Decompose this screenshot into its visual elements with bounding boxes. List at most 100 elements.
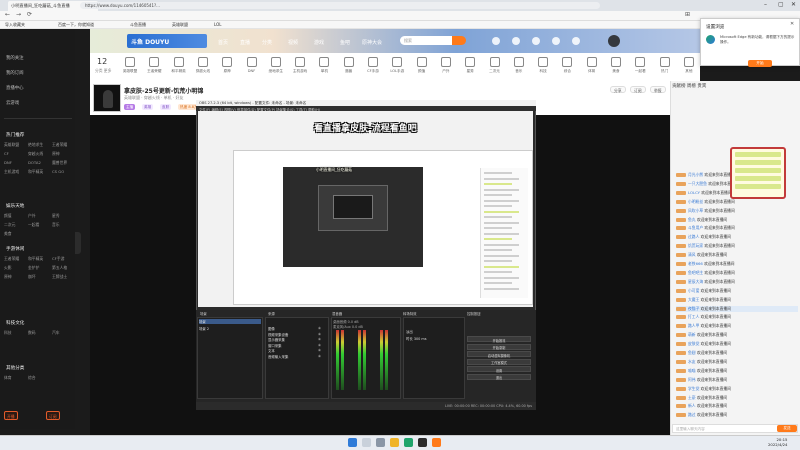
sidebar-category-link[interactable]: 户外 xyxy=(28,213,36,219)
favorite-item[interactable]: LOL xyxy=(214,22,221,27)
sidebar-category-link[interactable]: 音乐 xyxy=(52,222,60,228)
sidebar-category-link[interactable]: CS GO xyxy=(52,169,64,174)
eye-icon[interactable]: ◉ xyxy=(318,343,321,347)
search-button[interactable] xyxy=(452,36,466,45)
share-button[interactable]: 分享 xyxy=(610,86,626,93)
category-item[interactable]: 科技 xyxy=(530,57,556,74)
sidebar-category-link[interactable]: 美食 xyxy=(4,231,12,237)
eye-icon[interactable]: ◉ xyxy=(318,326,321,330)
back-icon[interactable]: ← xyxy=(5,11,10,18)
chat-username[interactable]: 皮肤党 xyxy=(688,341,699,346)
sidebar-category-link[interactable]: 原神 xyxy=(52,151,60,157)
source-item[interactable]: 显示器采集 xyxy=(268,337,285,342)
category-item[interactable]: 一起看 xyxy=(627,57,653,74)
favorite-item[interactable]: 导入收藏夹 xyxy=(5,22,25,28)
sidebar-category-link[interactable]: DNF xyxy=(4,160,12,165)
obs-control-button[interactable]: 设置 xyxy=(467,366,531,373)
task-icon[interactable] xyxy=(572,37,580,45)
extensions-icon[interactable]: ⊞ xyxy=(685,11,690,18)
chat-username[interactable]: 小可爱 xyxy=(688,288,699,293)
sidebar-category-link[interactable]: 王牌战士 xyxy=(52,274,67,280)
chat-username[interactable]: 路人甲 xyxy=(688,323,699,328)
category-item[interactable]: 穿越火线 xyxy=(190,57,216,74)
sidebar-category-link[interactable]: CF xyxy=(4,151,9,156)
url-input[interactable]: https://www.douyu.com/11460541?... xyxy=(80,1,600,9)
favorite-item[interactable]: 斗鱼直播 xyxy=(130,22,146,28)
favorite-item[interactable]: 百度一下，你就知道 xyxy=(58,22,94,28)
task-view-icon[interactable] xyxy=(376,438,385,447)
sidebar-category-link[interactable]: 火影 xyxy=(4,265,12,271)
close-icon[interactable]: ✕ xyxy=(791,1,796,8)
eye-icon[interactable]: ◉ xyxy=(318,337,321,341)
maximize-icon[interactable]: ▢ xyxy=(778,1,784,8)
category-item[interactable]: 魔兽 xyxy=(336,57,362,74)
chat-username[interactable]: 斗鱼用户 xyxy=(688,225,703,230)
chat-username[interactable]: 喵喵 xyxy=(688,368,696,373)
chat-username[interactable]: 老铁666 xyxy=(688,261,703,266)
start-live-button[interactable]: 开播 xyxy=(4,411,18,420)
sidebar-category-link[interactable]: 王者荣耀 xyxy=(4,256,19,262)
category-item[interactable]: 其他 xyxy=(676,57,702,74)
nav-event[interactable]: 原神大会 xyxy=(362,39,382,46)
chat-username[interactable]: 大魔王 xyxy=(688,297,699,302)
obs-control-button[interactable]: 开始录制 xyxy=(467,343,531,350)
category-item[interactable]: 音乐 xyxy=(506,57,532,74)
sidebar-category-link[interactable]: 原神 xyxy=(4,274,12,280)
chat-username[interactable]: 小明粉丝 xyxy=(688,199,703,204)
sidebar-category-link[interactable]: CF手游 xyxy=(52,256,64,262)
favorite-item[interactable]: 英雄联盟 xyxy=(172,22,188,28)
sidebar-category-link[interactable]: 崩坏 xyxy=(28,274,36,280)
chat-username[interactable]: 学生党 xyxy=(688,386,699,391)
history-icon[interactable] xyxy=(492,37,500,45)
chat-username[interactable]: 风吹小草 xyxy=(688,208,703,213)
file-explorer-icon[interactable] xyxy=(390,438,399,447)
search-icon[interactable] xyxy=(362,438,371,447)
sidebar-category-link[interactable]: 颜值 xyxy=(4,213,12,219)
site-logo[interactable]: 斗鱼 DOUYU xyxy=(127,34,207,48)
nav-fishbar[interactable]: 鱼吧 xyxy=(340,39,350,46)
chat-username[interactable]: 月光小熊 xyxy=(688,172,703,177)
chat-username[interactable]: 夜猫子 xyxy=(688,306,699,311)
chat-username[interactable]: 打工人 xyxy=(688,314,699,319)
eye-icon[interactable]: ◉ xyxy=(318,332,321,336)
nav-home[interactable]: 首页 xyxy=(218,39,228,46)
obs-icon[interactable] xyxy=(418,438,427,447)
sidebar-item-cloud-game[interactable]: 云游戏 xyxy=(6,100,19,106)
notification-close-icon[interactable]: ✕ xyxy=(790,21,794,27)
room-tag[interactable]: 英雄 xyxy=(142,104,154,110)
nav-games[interactable]: 游戏 xyxy=(314,39,324,46)
sidebar-item-subscribe[interactable]: 我的订阅 xyxy=(6,70,24,76)
category-item[interactable]: CF手游 xyxy=(360,57,386,74)
minimize-icon[interactable]: – xyxy=(764,1,767,8)
sidebar-category-link[interactable]: 体育 xyxy=(4,375,12,381)
sidebar-category-link[interactable]: 一起看 xyxy=(28,222,39,228)
chat-username[interactable]: 土豪 xyxy=(688,395,696,400)
room-tag[interactable]: 皮肤 xyxy=(160,104,172,110)
streamer-avatar[interactable] xyxy=(93,84,121,112)
chat-username[interactable]: 新人 xyxy=(688,403,696,408)
sidebar-category-link[interactable]: 英雄联盟 xyxy=(4,142,19,148)
obs-control-button[interactable]: 工作室模式 xyxy=(467,358,531,365)
sidebar-category-link[interactable]: 和平精英 xyxy=(28,256,43,262)
eye-icon[interactable]: ◉ xyxy=(318,354,321,358)
scene-item[interactable]: 场景 2 xyxy=(199,326,209,331)
sidebar-category-link[interactable]: 汽车 xyxy=(52,330,60,336)
subscribe-room-button[interactable]: 订阅 xyxy=(630,86,646,93)
forward-icon[interactable]: → xyxy=(16,11,21,18)
category-item[interactable]: LOL手游 xyxy=(384,57,410,74)
download-icon[interactable] xyxy=(552,37,560,45)
nav-video[interactable]: 视频 xyxy=(288,39,298,46)
sidebar-category-link[interactable]: 综合 xyxy=(28,375,36,381)
sidebar-item-live-center[interactable]: 直播中心 xyxy=(6,85,24,91)
start-menu-icon[interactable] xyxy=(348,438,357,447)
obs-control-button[interactable]: 退出 xyxy=(467,373,531,380)
category-item[interactable]: DNF xyxy=(239,57,265,73)
chat-username[interactable]: 清风 xyxy=(688,252,696,257)
sidebar-category-link[interactable]: 第五人格 xyxy=(52,265,67,271)
sidebar-category-link[interactable]: 数码 xyxy=(28,330,36,336)
sidebar-category-link[interactable]: 绝地求生 xyxy=(28,142,43,148)
search-input[interactable]: 搜索 xyxy=(400,36,460,45)
source-item[interactable]: 视频采集设备 xyxy=(268,332,288,337)
chat-username[interactable]: 过路人 xyxy=(688,234,699,239)
category-item[interactable]: 二次元 xyxy=(482,57,508,74)
